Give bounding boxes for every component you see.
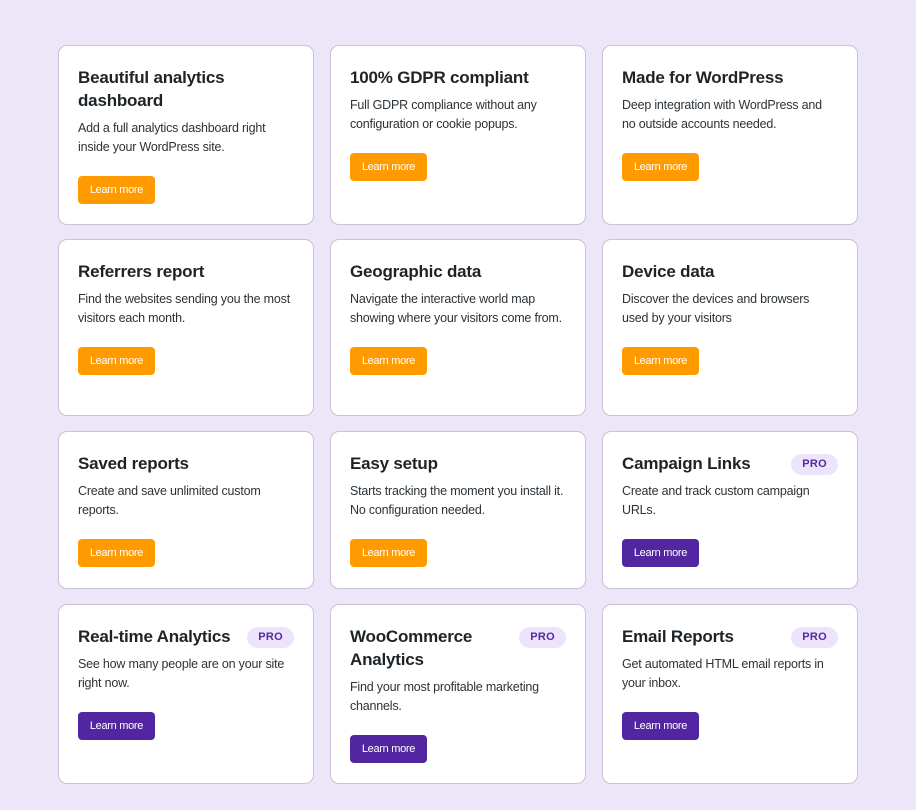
card-description: See how many people are on your site rig… [78, 657, 285, 690]
card-header: Saved reports [78, 452, 294, 475]
feature-grid: Beautiful analytics dashboard Add a full… [58, 45, 858, 784]
learn-more-button[interactable]: Learn more [622, 539, 699, 567]
feature-card-wordpress: Made for WordPress Deep integration with… [602, 45, 858, 225]
card-header: Campaign Links PRO [622, 452, 838, 475]
learn-more-button[interactable]: Learn more [78, 712, 155, 740]
card-description: Get automated HTML email reports in your… [622, 657, 824, 690]
card-description: Create and track custom campaign URLs. [622, 484, 810, 517]
card-description: Add a full analytics dashboard right ins… [78, 121, 266, 154]
card-title: 100% GDPR compliant [350, 68, 529, 87]
card-header: Easy setup [350, 452, 566, 475]
card-description: Create and save unlimited custom reports… [78, 484, 261, 517]
card-title: Easy setup [350, 454, 438, 473]
card-title: Email Reports [622, 627, 734, 646]
learn-more-button[interactable]: Learn more [78, 176, 155, 204]
card-title: Beautiful analytics dashboard [78, 68, 225, 110]
feature-card-email-reports: Email Reports PRO Get automated HTML ema… [602, 604, 858, 784]
card-header: Beautiful analytics dashboard [78, 66, 294, 112]
card-description: Starts tracking the moment you install i… [350, 484, 564, 517]
learn-more-button[interactable]: Learn more [350, 153, 427, 181]
feature-card-easy-setup: Easy setup Starts tracking the moment yo… [330, 431, 586, 589]
learn-more-button[interactable]: Learn more [350, 735, 427, 763]
card-description: Find your most profitable marketing chan… [350, 680, 539, 713]
learn-more-button[interactable]: Learn more [350, 347, 427, 375]
pro-badge: PRO [791, 454, 838, 475]
pro-badge: PRO [247, 627, 294, 648]
pro-badge: PRO [519, 627, 566, 648]
card-header: Referrers report [78, 260, 294, 283]
card-header: Device data [622, 260, 838, 283]
feature-card-campaign-links: Campaign Links PRO Create and track cust… [602, 431, 858, 589]
card-description: Discover the devices and browsers used b… [622, 292, 810, 325]
feature-card-saved-reports: Saved reports Create and save unlimited … [58, 431, 314, 589]
learn-more-button[interactable]: Learn more [622, 347, 699, 375]
learn-more-button[interactable]: Learn more [78, 539, 155, 567]
card-title: Device data [622, 262, 715, 281]
feature-card-device: Device data Discover the devices and bro… [602, 239, 858, 416]
feature-card-geographic: Geographic data Navigate the interactive… [330, 239, 586, 416]
card-header: Made for WordPress [622, 66, 838, 89]
card-title: Real-time Analytics [78, 627, 231, 646]
learn-more-button[interactable]: Learn more [350, 539, 427, 567]
feature-card-analytics-dashboard: Beautiful analytics dashboard Add a full… [58, 45, 314, 225]
learn-more-button[interactable]: Learn more [622, 712, 699, 740]
feature-card-realtime: Real-time Analytics PRO See how many peo… [58, 604, 314, 784]
card-title: Made for WordPress [622, 68, 784, 87]
feature-card-referrers: Referrers report Find the websites sendi… [58, 239, 314, 416]
card-description: Find the websites sending you the most v… [78, 292, 290, 325]
card-header: WooCommerce Analytics PRO [350, 625, 566, 671]
pro-badge: PRO [791, 627, 838, 648]
card-description: Navigate the interactive world map showi… [350, 292, 562, 325]
learn-more-button[interactable]: Learn more [78, 347, 155, 375]
feature-card-gdpr: 100% GDPR compliant Full GDPR compliance… [330, 45, 586, 225]
card-description: Full GDPR compliance without any configu… [350, 98, 537, 131]
learn-more-button[interactable]: Learn more [622, 153, 699, 181]
card-header: Email Reports PRO [622, 625, 838, 648]
feature-card-woocommerce: WooCommerce Analytics PRO Find your most… [330, 604, 586, 784]
card-title: Saved reports [78, 454, 189, 473]
card-title: Referrers report [78, 262, 205, 281]
card-title: Geographic data [350, 262, 482, 281]
card-header: Real-time Analytics PRO [78, 625, 294, 648]
card-header: 100% GDPR compliant [350, 66, 566, 89]
card-description: Deep integration with WordPress and no o… [622, 98, 822, 131]
card-title: Campaign Links [622, 454, 751, 473]
card-title: WooCommerce Analytics [350, 627, 473, 669]
card-header: Geographic data [350, 260, 566, 283]
